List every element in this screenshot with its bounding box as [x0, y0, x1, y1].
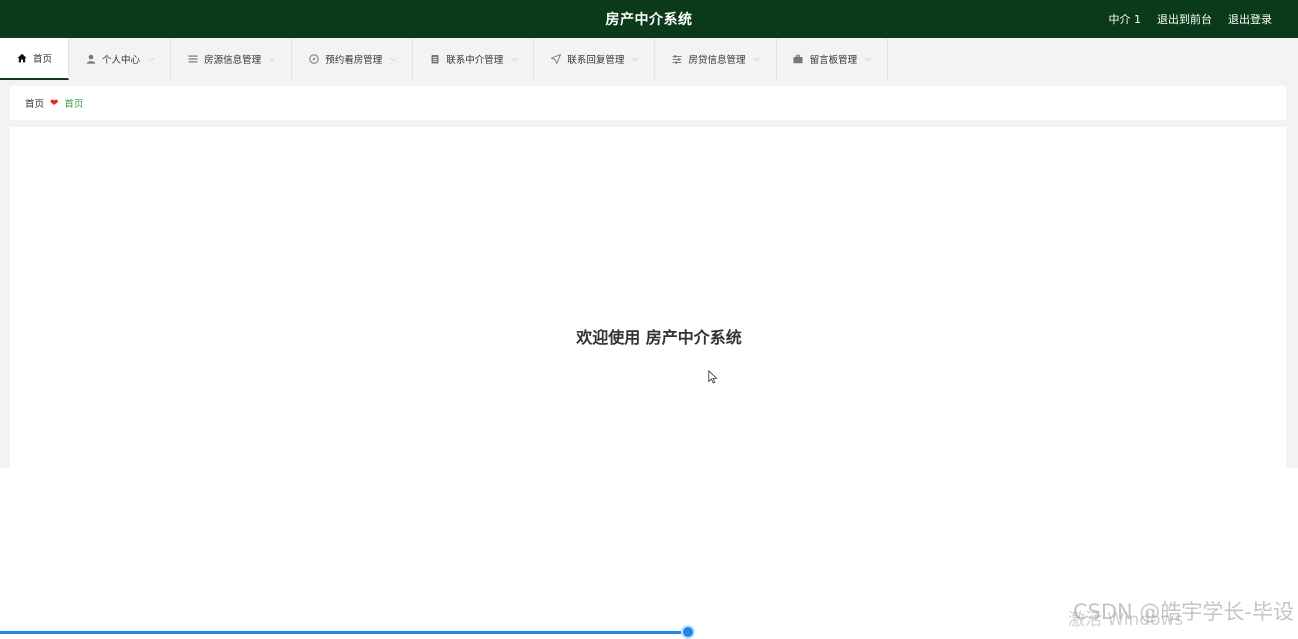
csdn-watermark: CSDN @皓宇学长-毕设 [1072, 600, 1294, 624]
chevron-down-icon: ⌵ [148, 54, 155, 63]
nav-item-listing-management[interactable]: 房源信息管理 ⌵ [171, 38, 293, 80]
heart-icon: ❤ [50, 97, 59, 109]
briefcase-icon [793, 54, 804, 65]
sliders-icon [671, 54, 682, 65]
nav-label: 房贷信息管理 [688, 55, 746, 66]
list-icon [187, 54, 198, 65]
user-icon [85, 54, 96, 65]
progress-knob[interactable] [681, 625, 695, 639]
compass-icon [308, 54, 319, 65]
nav-label: 预约看房管理 [325, 55, 383, 66]
chevron-down-icon: ⌵ [753, 54, 760, 63]
nav-label: 联系回复管理 [567, 55, 625, 66]
chevron-down-icon: ⌵ [511, 54, 518, 63]
nav-label: 房源信息管理 [204, 55, 262, 66]
nav-item-contact-agent[interactable]: 联系中介管理 ⌵ [413, 38, 535, 80]
nav-item-mortgage-info[interactable]: 房贷信息管理 ⌵ [655, 38, 777, 80]
nav-item-viewing-appointment[interactable]: 预约看房管理 ⌵ [292, 38, 414, 80]
nav-item-contact-reply[interactable]: 联系回复管理 ⌵ [534, 38, 656, 80]
header-actions: 中介 1 退出到前台 退出登录 [1109, 0, 1273, 38]
nav-label: 留言板管理 [809, 55, 858, 66]
app-title: 房产中介系统 [605, 12, 693, 28]
main-panel: 欢迎使用 房产中介系统 [10, 127, 1286, 468]
logout-link[interactable]: 退出登录 [1228, 11, 1272, 27]
clipboard-icon [429, 54, 440, 65]
nav-label: 联系中介管理 [446, 55, 504, 66]
welcome-message: 欢迎使用 房产中介系统 [576, 328, 742, 347]
breadcrumb-home[interactable]: 首页 [25, 96, 44, 110]
send-icon [550, 54, 561, 65]
chevron-down-icon: ⌵ [632, 54, 639, 63]
breadcrumb-current: 首页 [64, 99, 84, 110]
chevron-down-icon: ⌵ [865, 54, 872, 63]
chevron-down-icon: ⌵ [269, 54, 276, 63]
nav-item-message-board[interactable]: 留言板管理 ⌵ [777, 38, 889, 80]
nav-label: 个人中心 [102, 55, 141, 66]
mouse-cursor-icon [708, 370, 718, 384]
nav-label: 首页 [33, 54, 53, 65]
top-header: 房产中介系统 中介 1 退出到前台 退出登录 [0, 0, 1298, 38]
breadcrumb: 首页 ❤ 首页 [10, 86, 1286, 120]
nav-item-personal-center[interactable]: 个人中心 ⌵ [69, 38, 172, 80]
nav-item-home[interactable]: 首页 [0, 38, 70, 80]
current-user[interactable]: 中介 1 [1109, 11, 1142, 27]
back-to-front-link[interactable]: 退出到前台 [1157, 11, 1212, 27]
main-nav: 首页 个人中心 ⌵ 房源信息管理 ⌵ 预约看房管理 ⌵ 联系中介管理 ⌵ 联系回… [0, 38, 1298, 80]
home-icon [16, 53, 27, 64]
chevron-down-icon: ⌵ [390, 54, 397, 63]
